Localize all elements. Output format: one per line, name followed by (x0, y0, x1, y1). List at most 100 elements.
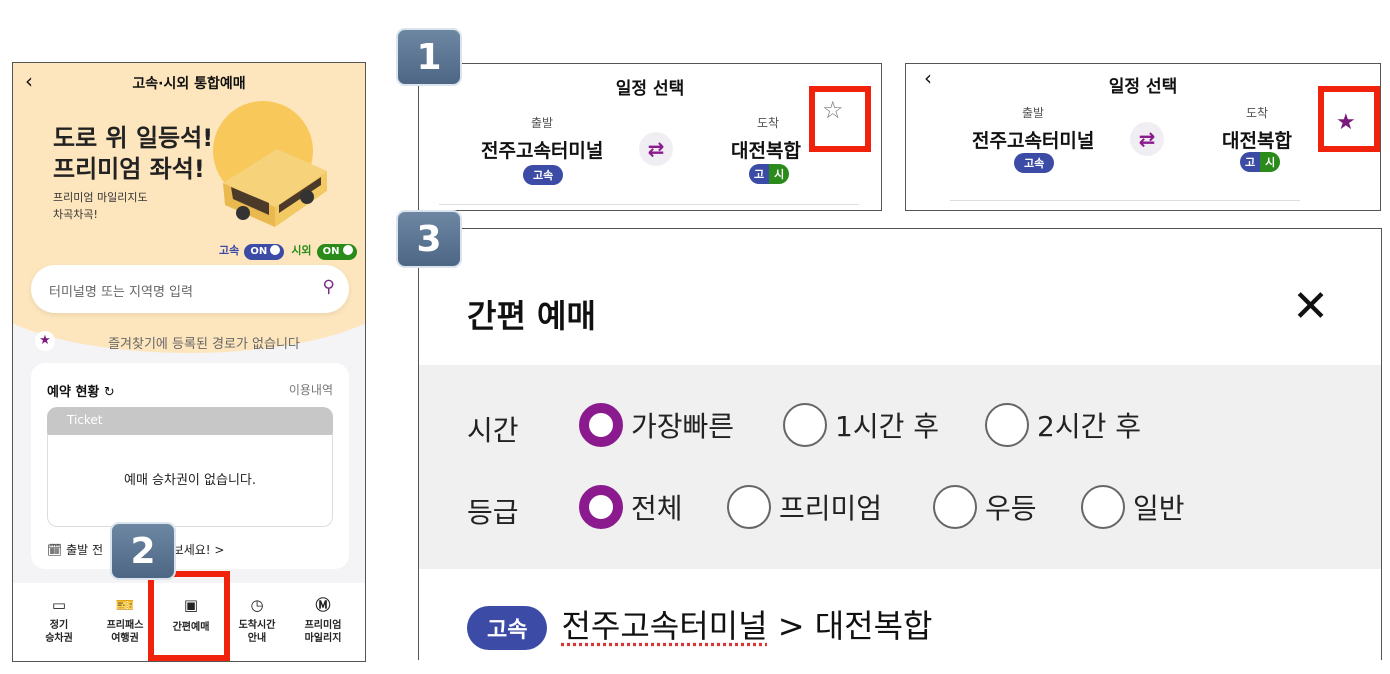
hero-headline-line1: 도로 위 일등석! (53, 124, 214, 152)
time-option-2h[interactable]: 2시간 후 (985, 403, 1141, 447)
hero-subtext: 프리미엄 마일리지도 차곡차곡! (53, 189, 148, 223)
close-icon[interactable]: ✕ (1292, 281, 1329, 332)
reservation-title: 예약 현황 ↻ (47, 381, 115, 400)
divider (439, 204, 859, 205)
mileage-icon: Ⓜ (315, 596, 331, 614)
sheet-title: 간편 예매 (467, 297, 596, 335)
radio-icon (727, 485, 771, 529)
nav-label-line1: 정기 (49, 620, 69, 631)
hero-subtext-line1: 프리미엄 마일리지도 (53, 191, 148, 204)
toggle-intercity-state: ON (322, 246, 340, 257)
radio-selected-icon (579, 403, 623, 447)
depart-type: 고속 (1014, 152, 1055, 173)
history-link[interactable]: 이용내역 (289, 381, 333, 398)
highlight-quick-booking (148, 571, 230, 661)
depart-terminal[interactable]: 전주고속터미널 (972, 126, 1094, 153)
nav-arrival-time[interactable]: ◷ 도착시간 안내 (225, 595, 289, 645)
nav-label-line2: 승차권 (45, 633, 73, 644)
nav-label-line1: 프리미엄 (304, 620, 342, 631)
grade-row: 등급 전체 프리미엄 우등 일반 (467, 485, 1367, 535)
reservation-title-text: 예약 현황 (47, 385, 100, 400)
arrive-type-intercity: 시 (1260, 152, 1281, 172)
option-label: 일반 (1133, 492, 1185, 525)
time-option-1h[interactable]: 1시간 후 (783, 403, 939, 447)
ticket-header: Ticket (47, 407, 333, 435)
hero-subtext-line2: 차곡차곡! (53, 208, 98, 221)
arrive-type-express: 고 (1240, 152, 1261, 172)
arrive-label: 도착 (1246, 106, 1269, 120)
step-badge-3: 3 (396, 210, 462, 268)
arrive-terminal[interactable]: 대전복합 (731, 136, 801, 163)
nav-commuter-pass[interactable]: ▭ 정기 승차권 (27, 595, 91, 645)
nav-label-line2: 안내 (247, 633, 267, 644)
option-label: 전체 (631, 492, 683, 525)
divider (950, 200, 1300, 201)
clock-icon: ◷ (250, 596, 264, 614)
option-label: 1시간 후 (835, 410, 939, 443)
time-label: 시간 (467, 414, 519, 447)
route-summary[interactable]: 고속 전주고속터미널 > 대전복합 (467, 601, 933, 650)
arrive-terminal[interactable]: 대전복합 (1222, 126, 1292, 153)
hero-headline-line2: 프리미엄 좌석! (53, 155, 205, 183)
time-option-fastest[interactable]: 가장빠른 (579, 403, 734, 447)
footer-text-end: 보세요! > (172, 543, 225, 557)
wallet-icon: ▭ (51, 596, 67, 614)
booking-options: 시간 가장빠른 1시간 후 2시간 후 등급 전체 프리미엄 우등 일반 (419, 365, 1381, 569)
express-badge: 고속 (1014, 153, 1055, 173)
arrive-type-express: 고 (749, 164, 770, 184)
ticket-body: 예매 승차권이 없습니다. (47, 433, 333, 527)
ticket-icon: 🎫 (115, 596, 135, 614)
toggle-express-label: 고속 (219, 244, 240, 257)
schedule-title: 일정 선택 (1108, 77, 1178, 97)
nav-premium-mileage[interactable]: Ⓜ 프리미엄 마일리지 (291, 595, 355, 645)
depart-label: 출발 (1022, 106, 1045, 120)
grade-option-deluxe[interactable]: 우등 (933, 485, 1037, 529)
grade-option-all[interactable]: 전체 (579, 485, 683, 529)
radio-icon (933, 485, 977, 529)
star-outline-icon[interactable]: ☆ (822, 96, 844, 124)
option-label: 우등 (985, 492, 1037, 525)
option-label: 프리미엄 (779, 492, 883, 525)
grade-label: 등급 (467, 496, 519, 529)
swap-icon[interactable]: ⇄ (639, 132, 673, 166)
favorites-empty-text: 즐겨찾기에 등록된 경로가 없습니다 (108, 337, 300, 352)
radio-selected-icon (579, 485, 623, 529)
bus-illustration (223, 149, 327, 227)
ticket-label: Ticket (67, 413, 103, 427)
refresh-icon[interactable]: ↻ (104, 385, 115, 400)
star-filled-icon[interactable]: ★ (1336, 110, 1356, 135)
step-badge-1: 1 (396, 28, 462, 86)
depart-terminal[interactable]: 전주고속터미널 (481, 136, 603, 163)
time-row: 시간 가장빠른 1시간 후 2시간 후 (467, 403, 1367, 453)
nav-label-line2: 마일리지 (304, 633, 342, 644)
arrive-type: 고시 (1240, 152, 1281, 172)
toggle-express-state: ON (250, 246, 268, 257)
depart-type: 고속 (523, 164, 564, 185)
express-badge: 고속 (467, 606, 548, 650)
ticket-empty-text: 예매 승차권이 없습니다. (124, 473, 256, 488)
toggle-express[interactable]: ON (244, 244, 285, 260)
radio-icon (783, 403, 827, 447)
calendar-clock-icon: 🗓 (47, 543, 63, 557)
service-toggles: 고속 ON 시외 ON (219, 239, 357, 260)
search-icon[interactable]: ⚲ (323, 277, 335, 297)
arrive-type: 고시 (749, 164, 790, 184)
radio-icon (1081, 485, 1125, 529)
search-input[interactable]: 터미널명 또는 지역명 입력 (49, 281, 193, 300)
nav-label-line1: 도착시간 (238, 620, 276, 631)
route-from: 전주고속터미널 (561, 607, 768, 645)
grade-option-premium[interactable]: 프리미엄 (727, 485, 882, 529)
quick-booking-sheet: 간편 예매 ✕ 시간 가장빠른 1시간 후 2시간 후 등급 전체 프리미엄 우… (418, 228, 1382, 660)
radio-icon (985, 403, 1029, 447)
express-badge: 고속 (523, 165, 564, 185)
toggle-intercity[interactable]: ON (316, 244, 357, 260)
step-badge-2: 2 (110, 522, 176, 580)
footer-text-start: 출발 전 (66, 543, 103, 557)
swap-icon[interactable]: ⇄ (1130, 122, 1164, 156)
arrive-label: 도착 (757, 116, 780, 130)
route-separator: > (767, 607, 815, 645)
reservation-card: 예약 현황 ↻ 이용내역 Ticket 예매 승차권이 없습니다. 🗓 출발 전… (31, 363, 349, 569)
search-bar[interactable]: 터미널명 또는 지역명 입력 ⚲ (31, 265, 349, 313)
grade-option-standard[interactable]: 일반 (1081, 485, 1185, 529)
depart-label: 출발 (531, 116, 554, 130)
